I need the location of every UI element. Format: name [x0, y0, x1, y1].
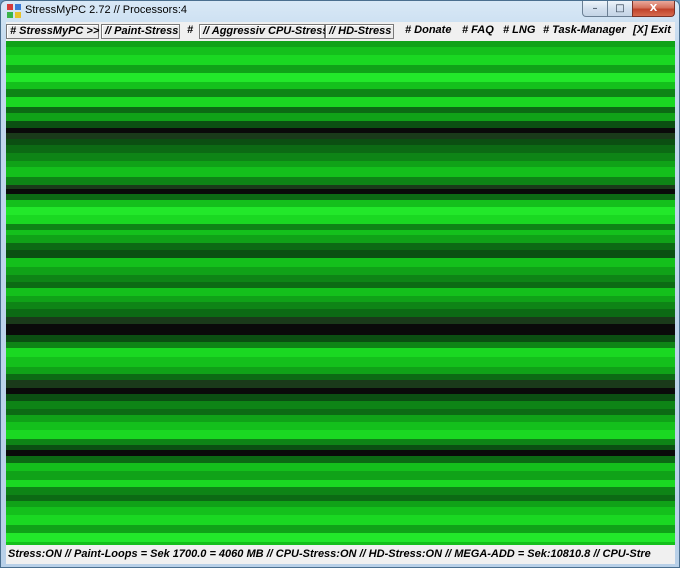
stress-stripe: [6, 309, 675, 317]
window-title: StressMyPC 2.72 // Processors:4: [25, 4, 187, 16]
maximize-button[interactable]: □: [607, 1, 633, 17]
stress-stripe: [6, 463, 675, 471]
stress-stripe: [6, 533, 675, 542]
menu-hd-stress[interactable]: // HD-Stress: [325, 24, 394, 39]
title-bar[interactable]: StressMyPC 2.72 // Processors:4 – □ X: [1, 1, 679, 21]
stress-stripe: [6, 207, 675, 215]
stress-stripe: [6, 235, 675, 243]
stress-stripe: [6, 525, 675, 533]
stress-stripe: [6, 55, 675, 65]
stress-stripe: [6, 357, 675, 367]
menu-aggressiv-cpu-stress[interactable]: // Aggressiv CPU-Stress: [199, 24, 329, 39]
menu-stressmypc[interactable]: # StressMyPC >>: [6, 24, 99, 39]
close-icon: X: [649, 3, 658, 14]
stress-stripe: [6, 113, 675, 121]
stress-stripe: [6, 82, 675, 89]
menu-lng[interactable]: # LNG: [500, 24, 536, 39]
stress-stripe: [6, 335, 675, 342]
stress-stripe: [6, 275, 675, 282]
client-area: # StressMyPC >> // Paint-Stress # // Agg…: [6, 22, 675, 564]
maximize-icon: □: [615, 3, 625, 14]
menu-task-manager[interactable]: # Task-Manager: [540, 24, 627, 39]
stress-stripe: [6, 401, 675, 409]
stress-stripe: [6, 288, 675, 296]
stress-stripe: [6, 515, 675, 525]
stress-stripe: [6, 243, 675, 250]
stress-stripe: [6, 200, 675, 207]
stress-stripe: [6, 471, 675, 480]
stress-stripe: [6, 73, 675, 82]
stress-stripe: [6, 487, 675, 495]
stressmypc-app-icon[interactable]: [7, 4, 21, 18]
stress-stripe: [6, 215, 675, 224]
close-button[interactable]: X: [632, 1, 675, 17]
menu-hash-separator[interactable]: #: [184, 24, 198, 39]
stress-stripe: [6, 380, 675, 388]
stress-stripe: [6, 167, 675, 177]
stress-stripe: [6, 267, 675, 275]
stress-stripe: [6, 145, 675, 153]
stress-stripe: [6, 430, 675, 439]
minimize-icon: –: [592, 3, 598, 14]
stress-stripe: [6, 348, 675, 357]
menu-paint-stress[interactable]: // Paint-Stress: [101, 24, 180, 39]
stress-stripe: [6, 317, 675, 324]
stress-stripe: [6, 507, 675, 515]
stress-stripe: [6, 422, 675, 430]
stress-stripe: [6, 153, 675, 161]
app-window: StressMyPC 2.72 // Processors:4 – □ X # …: [0, 0, 680, 568]
menu-donate[interactable]: # Donate: [402, 24, 454, 39]
menu-bar: # StressMyPC >> // Paint-Stress # // Agg…: [6, 22, 675, 41]
stress-stripe: [6, 415, 675, 422]
stress-stripe: [6, 302, 675, 309]
stress-stripe: [6, 456, 675, 463]
stress-stripe: [6, 367, 675, 374]
stress-stripe: [6, 250, 675, 258]
stress-stripe: [6, 97, 675, 107]
stress-stripe: [6, 177, 675, 185]
status-bar: Stress:ON // Paint-Loops = Sek 1700.0 = …: [6, 545, 675, 564]
menu-exit[interactable]: [X] Exit: [630, 24, 674, 39]
stress-stripe: [6, 394, 675, 401]
window-controls: – □ X: [582, 1, 675, 17]
stress-stripe: [6, 480, 675, 487]
stress-stripe: [6, 65, 675, 73]
stress-stripe: [6, 89, 675, 97]
stress-stripe: [6, 258, 675, 267]
minimize-button[interactable]: –: [582, 1, 608, 17]
stress-stripe: [6, 121, 675, 128]
menu-faq[interactable]: # FAQ: [459, 24, 497, 39]
stress-stripe: [6, 47, 675, 55]
paint-stress-canvas: [6, 41, 675, 545]
